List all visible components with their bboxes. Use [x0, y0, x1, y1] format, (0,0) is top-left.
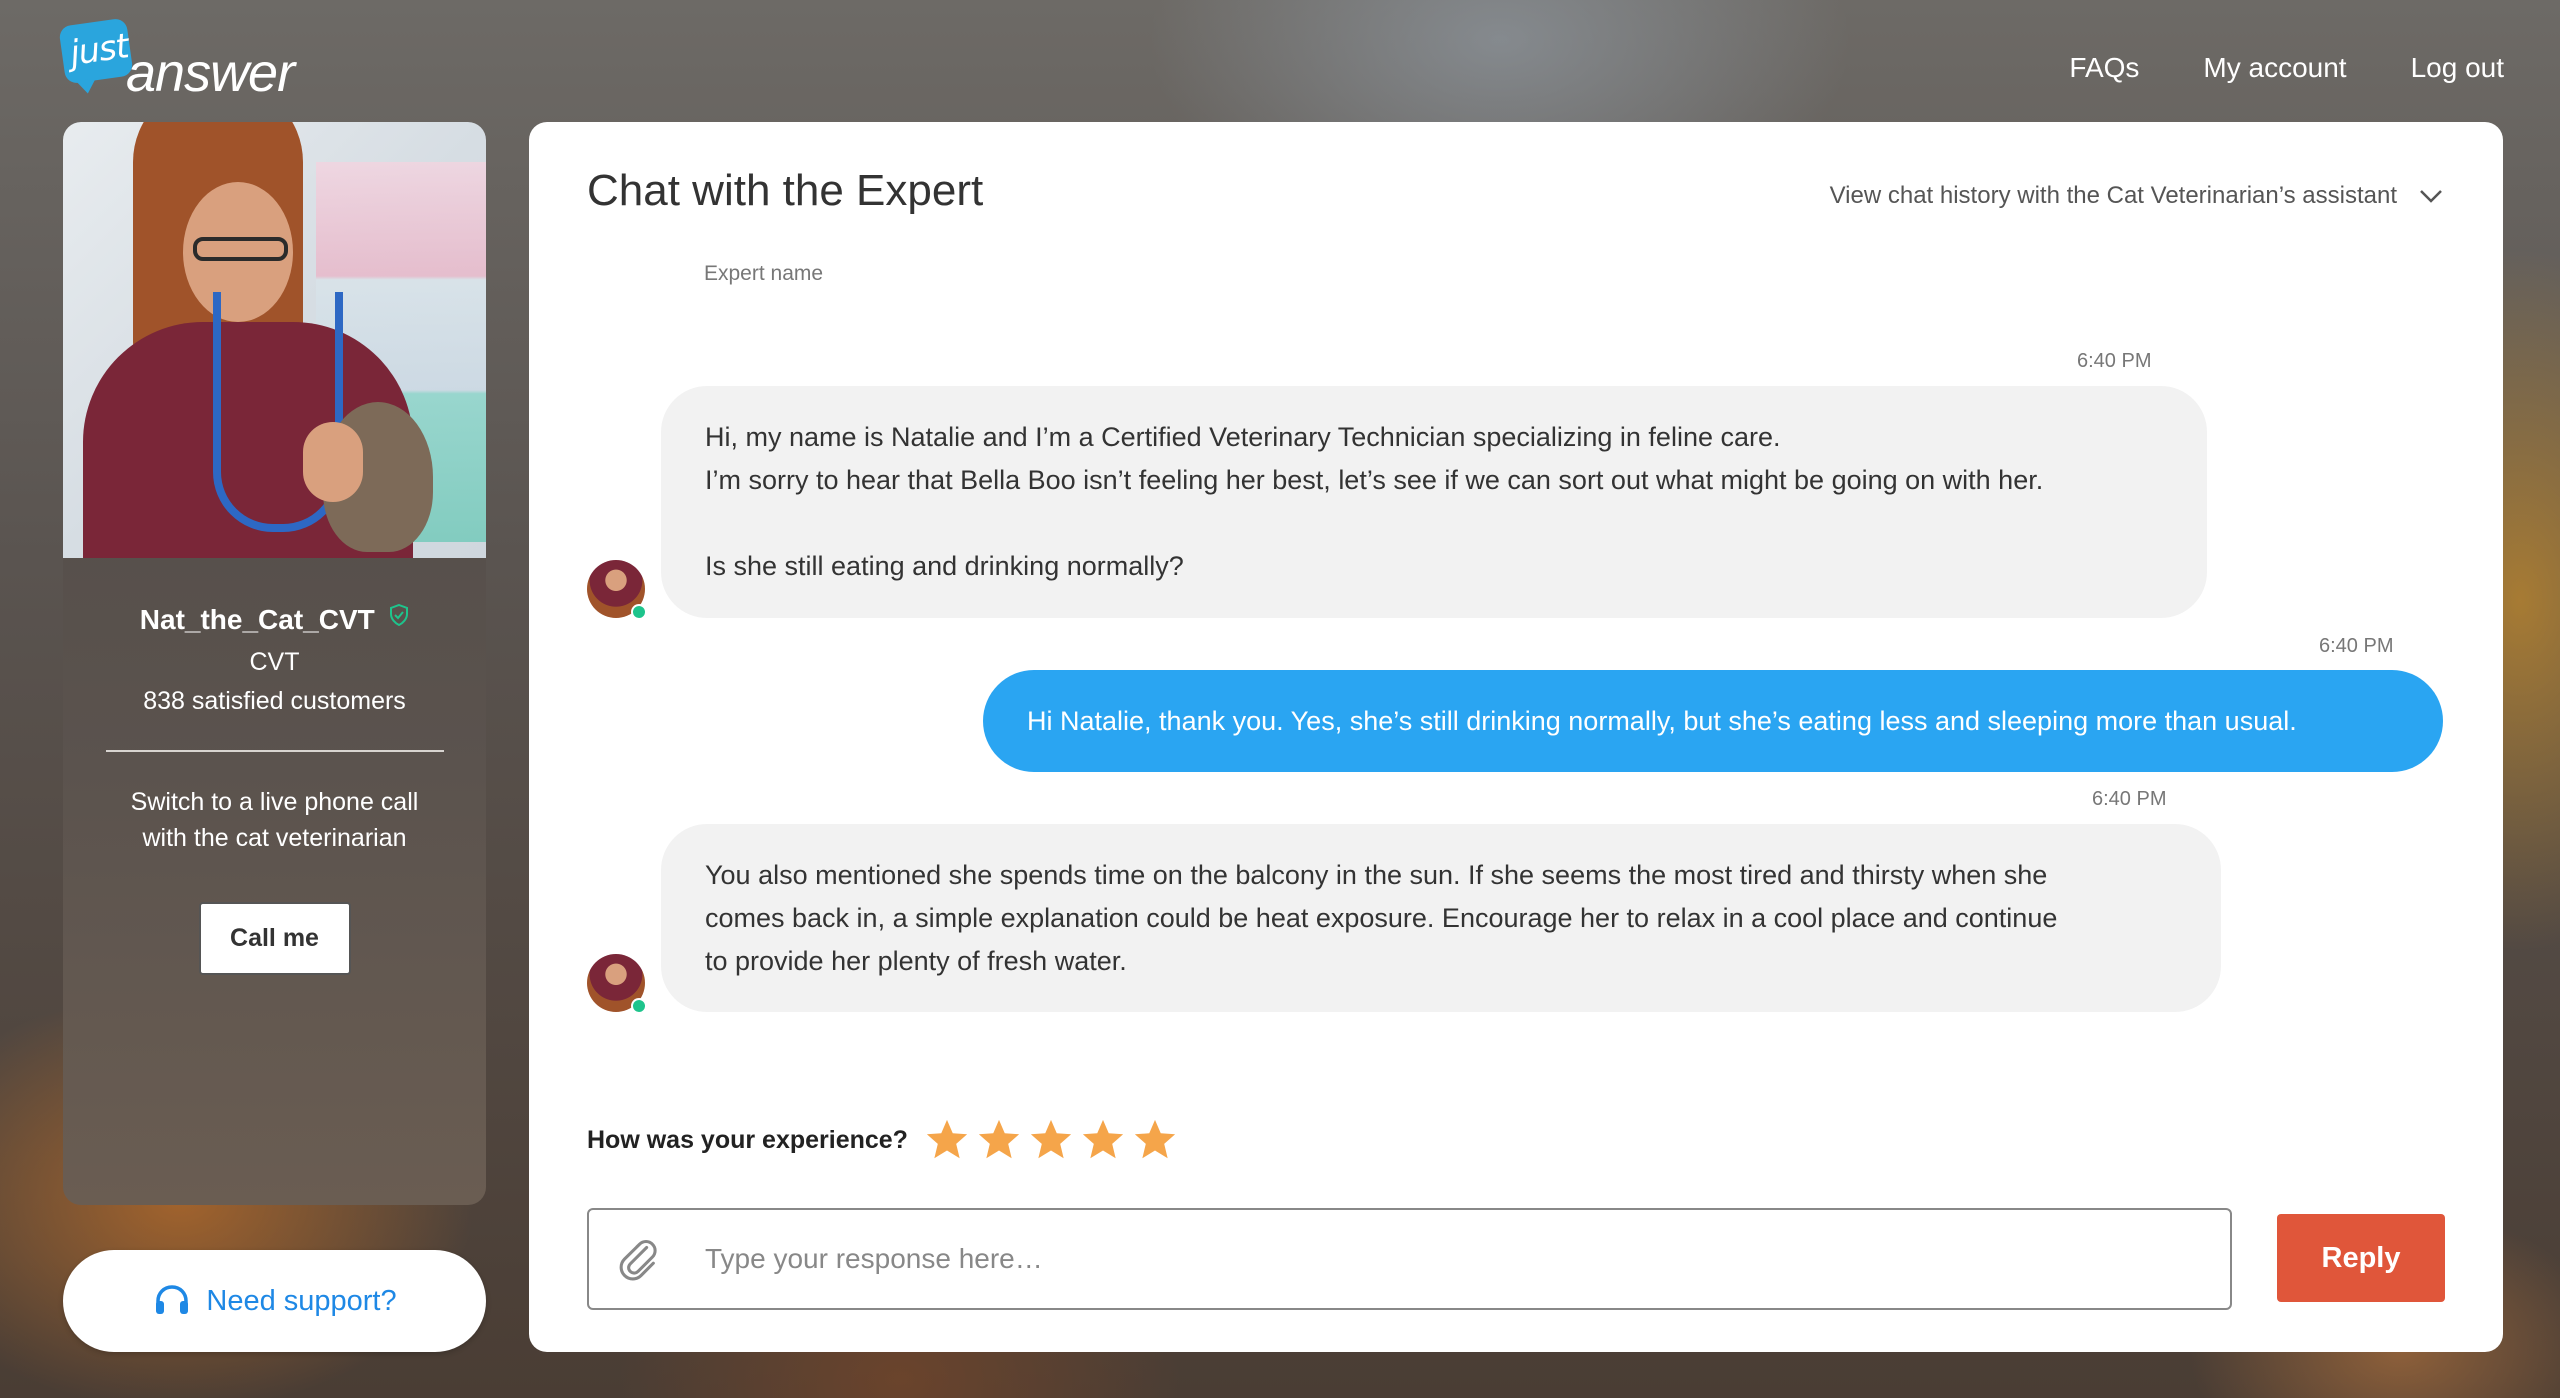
phone-call-text-line-1: Switch to a live phone call: [130, 788, 419, 816]
top-nav: FAQs My account Log out: [2069, 52, 2504, 84]
star-rating: [924, 1117, 1178, 1163]
message-line: Is she still eating and drinking normall…: [705, 551, 1184, 581]
message-line: comes back in, a simple explanation coul…: [705, 903, 2058, 933]
expert-message-bubble: You also mentioned she spends time on th…: [661, 824, 2221, 1012]
need-support-button[interactable]: Need support?: [63, 1250, 486, 1352]
star-icon[interactable]: [924, 1117, 970, 1163]
message-timestamp: 6:40 PM: [2077, 350, 2152, 372]
rating-label: How was your experience?: [587, 1125, 908, 1154]
nav-faqs-link[interactable]: FAQs: [2069, 52, 2139, 84]
message-line: Hi, my name is Natalie and I’m a Certifi…: [705, 422, 1781, 452]
message-line: Hi Natalie, thank you. Yes, she’s still …: [1027, 706, 2297, 736]
message-line: [705, 502, 2163, 545]
star-icon[interactable]: [1132, 1117, 1178, 1163]
chat-panel: Chat with the Expert View chat history w…: [529, 122, 2503, 1352]
card-divider: [105, 750, 444, 752]
response-input-box: [587, 1208, 2232, 1310]
verified-shield-icon: [390, 604, 409, 626]
nav-my-account-link[interactable]: My account: [2203, 52, 2346, 84]
headset-icon: [156, 1285, 189, 1314]
call-me-button[interactable]: Call me: [198, 902, 351, 975]
message-line: I’m sorry to hear that Bella Boo isn’t f…: [705, 465, 2044, 495]
logo-just-text: just: [67, 26, 131, 74]
expert-message-bubble: Hi, my name is Natalie and I’m a Certifi…: [661, 386, 2207, 618]
expert-name-row: Nat_the_Cat_CVT: [63, 604, 486, 636]
star-icon[interactable]: [976, 1117, 1022, 1163]
need-support-label: Need support?: [206, 1284, 397, 1317]
paperclip-icon[interactable]: [615, 1236, 661, 1282]
message-line: You also mentioned she spends time on th…: [705, 860, 2048, 890]
chat-history-label: View chat history with the Cat Veterinar…: [1829, 182, 2397, 209]
expert-customers-count: 838 satisfied customers: [143, 687, 406, 715]
expert-photo: [63, 122, 486, 558]
chevron-down-icon: [2420, 190, 2442, 203]
message-timestamp: 6:40 PM: [2092, 788, 2167, 810]
expert-avatar: [587, 560, 647, 620]
nav-log-out-link[interactable]: Log out: [2411, 52, 2504, 84]
phone-call-text: Switch to a live phone call with the cat…: [63, 784, 486, 856]
star-icon[interactable]: [1080, 1117, 1126, 1163]
expert-name-label: Expert name: [704, 262, 824, 285]
expert-title: CVT: [249, 648, 300, 676]
expert-card: Nat_the_Cat_CVT CVT 838 satisfied custom…: [63, 122, 486, 1205]
message-line: to provide her plenty of fresh water.: [705, 946, 1127, 976]
phone-call-text-line-2: with the cat veterinarian: [142, 824, 407, 852]
reply-button[interactable]: Reply: [2277, 1214, 2445, 1302]
justanswer-logo[interactable]: just answer: [58, 17, 302, 103]
expert-avatar: [587, 954, 647, 1014]
logo-answer-text: answer: [126, 43, 295, 103]
online-indicator: [631, 998, 647, 1014]
online-indicator: [631, 604, 647, 620]
rating-row: How was your experience?: [587, 1117, 1178, 1163]
chat-title: Chat with the Expert: [587, 166, 984, 215]
star-icon[interactable]: [1028, 1117, 1074, 1163]
user-message-bubble: Hi Natalie, thank you. Yes, she’s still …: [983, 670, 2443, 772]
expert-name: Nat_the_Cat_CVT: [139, 604, 375, 635]
response-input[interactable]: [705, 1243, 2230, 1275]
chat-history-dropdown[interactable]: View chat history with the Cat Veterinar…: [1830, 182, 2443, 210]
message-timestamp: 6:40 PM: [2319, 635, 2394, 657]
